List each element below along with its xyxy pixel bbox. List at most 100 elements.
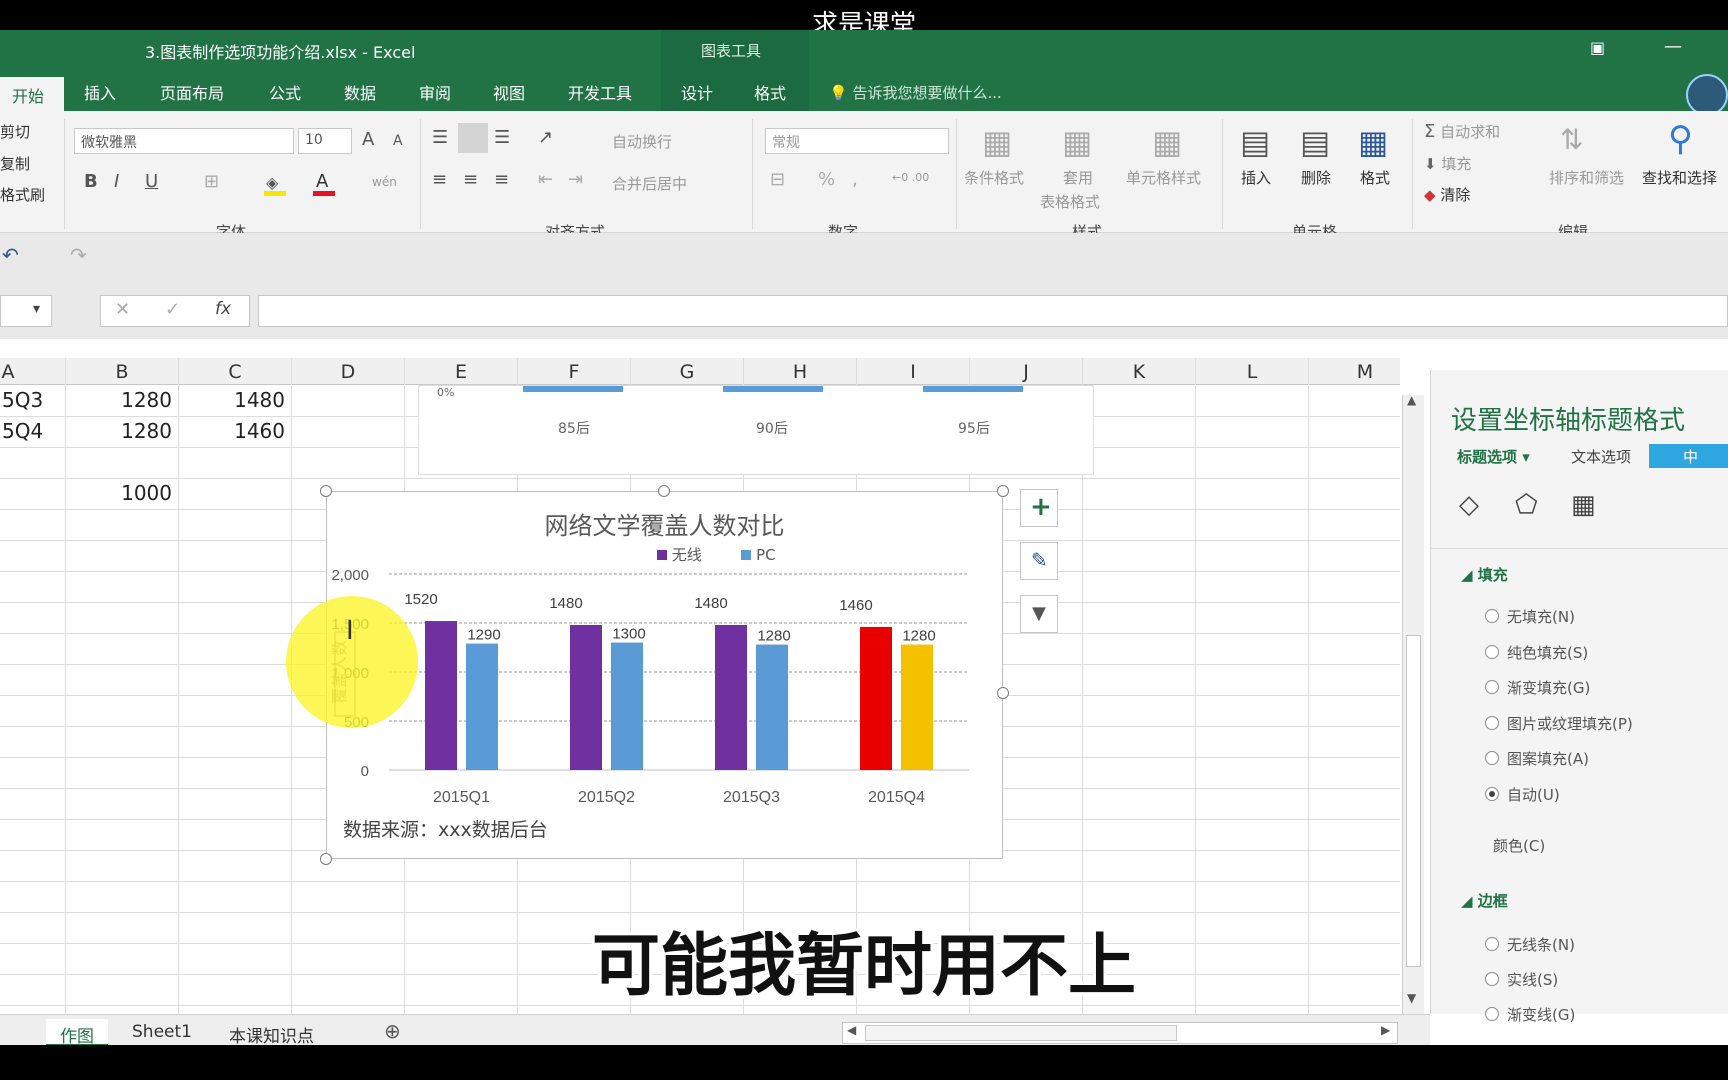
copy-button[interactable]: 复制 [0, 153, 30, 174]
title-options-tab[interactable]: 标题选项 ▾ [1457, 446, 1530, 467]
merge-center-button[interactable]: 合并后居中 [612, 173, 687, 194]
column-header-i[interactable]: I [863, 361, 963, 383]
border-section-header[interactable]: ◢ 边框 [1461, 890, 1508, 911]
fill-option-label[interactable]: 图案填充(A) [1507, 748, 1589, 769]
cell-value[interactable]: 1460 [178, 419, 285, 443]
column-header-e[interactable]: E [411, 361, 511, 383]
format-table-button[interactable]: 套用 [1063, 167, 1093, 188]
grow-font-button[interactable]: A [362, 129, 374, 150]
enter-icon[interactable]: ✓ [165, 299, 180, 320]
cut-button[interactable]: 剪切 [0, 121, 30, 142]
column-header-j[interactable]: J [976, 361, 1076, 383]
chart-filters-button[interactable]: ▼ [1020, 595, 1058, 633]
insert-cells-button[interactable]: 插入 [1241, 167, 1271, 188]
h-scroll-thumb[interactable] [865, 1025, 1177, 1041]
cell-value[interactable]: 1480 [178, 388, 285, 412]
fill-color-button[interactable]: ◈ [262, 173, 288, 197]
cell-value[interactable]: 1280 [65, 388, 172, 412]
cell-styles-button[interactable]: 单元格样式 [1126, 167, 1201, 188]
number-format-combo[interactable]: 常规 [765, 128, 949, 154]
clear-button[interactable]: ◆ 清除 [1424, 184, 1470, 205]
column-header-h[interactable]: H [750, 361, 850, 383]
resize-handle[interactable] [997, 485, 1009, 497]
scroll-up-icon[interactable]: ▲ [1407, 393, 1416, 407]
autosum-button[interactable]: Σ 自动求和 [1424, 121, 1500, 142]
cell-value[interactable]: 1000 [65, 481, 172, 505]
fill-option-label[interactable]: 图片或纹理填充(P) [1507, 713, 1633, 734]
fill-option-radio[interactable] [1485, 715, 1499, 730]
tab-page-layout[interactable]: 页面布局 [160, 80, 224, 104]
comma-button[interactable]: ‚ [852, 169, 858, 190]
fill-option-radio[interactable] [1485, 680, 1499, 695]
align-bottom-icon[interactable]: ☰ [494, 127, 510, 148]
font-name-combo[interactable]: 微软雅黑 [74, 128, 294, 154]
size-properties-icon[interactable]: ▦ [1571, 490, 1596, 520]
add-sheet-icon[interactable]: ⊕ [384, 1019, 401, 1043]
ribbon-display-icon[interactable]: ▣ [1590, 38, 1605, 57]
sheet-tab-active[interactable]: 作图 [46, 1019, 108, 1045]
tab-view[interactable]: 视图 [493, 80, 525, 104]
tab-design[interactable]: 设计 [681, 80, 713, 104]
font-color-button[interactable]: A [311, 171, 337, 197]
tell-me-box[interactable]: 💡 告诉我您想要做什么... [829, 82, 1002, 103]
name-box[interactable]: ▾ [0, 295, 52, 327]
fill-button[interactable]: ⬇ 填充 [1424, 153, 1471, 174]
font-size-combo[interactable]: 10 [298, 128, 352, 154]
scroll-left-icon[interactable]: ◀ [847, 1023, 856, 1037]
fill-line-icon[interactable]: ◇ [1459, 490, 1479, 520]
border-option-radio[interactable] [1485, 1007, 1499, 1021]
italic-button[interactable]: I [114, 171, 119, 192]
tab-insert[interactable]: 插入 [84, 80, 116, 104]
column-header-c[interactable]: C [185, 361, 285, 383]
sort-filter-button[interactable]: 排序和筛选 [1549, 167, 1624, 188]
border-icon[interactable]: ⊞ [204, 171, 219, 192]
conditional-format-button[interactable]: 条件格式 [964, 167, 1024, 188]
fill-option-label[interactable]: 自动(U) [1507, 784, 1560, 805]
avatar[interactable] [1686, 74, 1728, 116]
sheet-tab[interactable]: Sheet1 [118, 1019, 206, 1045]
fill-section-header[interactable]: ◢ 填充 [1461, 564, 1508, 585]
accounting-format-icon[interactable]: ⊟ [770, 169, 785, 190]
increase-indent-icon[interactable]: ⇥ [568, 169, 583, 190]
insert-function-icon[interactable]: fx [215, 299, 231, 319]
fill-option-label[interactable]: 无填充(N) [1507, 606, 1575, 627]
tab-review[interactable]: 审阅 [419, 80, 451, 104]
coverage-chart[interactable]: 网络文学覆盖人数对比 无线 PC 05001,0001,5002,0001520… [326, 491, 1003, 859]
decrease-indent-icon[interactable]: ⇤ [538, 169, 553, 190]
sheet-tab[interactable]: 本课知识点 [215, 1019, 328, 1045]
align-top-icon[interactable]: ☰ [432, 127, 448, 148]
fill-option-label[interactable]: 纯色填充(S) [1507, 642, 1588, 663]
undo-icon[interactable]: ↶ [2, 243, 19, 267]
phonetic-button[interactable]: wén [372, 175, 397, 189]
resize-handle[interactable] [658, 485, 670, 497]
chart-styles-button[interactable]: ✎ [1020, 542, 1058, 580]
tab-developer[interactable]: 开发工具 [568, 80, 632, 104]
format-cells-button[interactable]: 格式 [1360, 167, 1390, 188]
horizontal-scrollbar[interactable]: ◀ ▶ [842, 1022, 1398, 1044]
bold-button[interactable]: B [84, 171, 98, 192]
scroll-right-icon[interactable]: ▶ [1381, 1023, 1390, 1037]
align-center-icon[interactable]: ≡ [463, 169, 478, 190]
delete-cells-button[interactable]: 删除 [1301, 167, 1331, 188]
column-header-d[interactable]: D [298, 361, 398, 383]
wrap-text-button[interactable]: 自动换行 [612, 131, 672, 152]
format-painter-button[interactable]: 格式刷 [0, 184, 45, 205]
shrink-font-button[interactable]: A [393, 133, 403, 149]
resize-handle[interactable] [997, 687, 1009, 699]
increase-decimal-button[interactable]: ←0 .00 [892, 171, 929, 184]
minimize-button[interactable]: — [1664, 36, 1682, 57]
column-header-m[interactable]: M [1315, 361, 1415, 383]
tab-formulas[interactable]: 公式 [269, 80, 301, 104]
tab-data[interactable]: 数据 [344, 80, 376, 104]
redo-icon[interactable]: ↷ [70, 243, 87, 267]
chart-elements-button[interactable]: + [1020, 489, 1058, 527]
fill-option-label[interactable]: 渐变填充(G) [1507, 677, 1590, 698]
text-options-tab[interactable]: 文本选项 [1571, 446, 1631, 467]
effects-pentagon-icon[interactable]: ⬠ [1515, 490, 1538, 520]
resize-handle[interactable] [320, 485, 332, 497]
align-right-icon[interactable]: ≡ [494, 169, 509, 190]
cell-value[interactable]: 5Q3 [2, 388, 43, 412]
fill-option-radio[interactable] [1485, 751, 1499, 766]
column-header-f[interactable]: F [524, 361, 624, 383]
fill-option-radio[interactable] [1485, 609, 1499, 623]
